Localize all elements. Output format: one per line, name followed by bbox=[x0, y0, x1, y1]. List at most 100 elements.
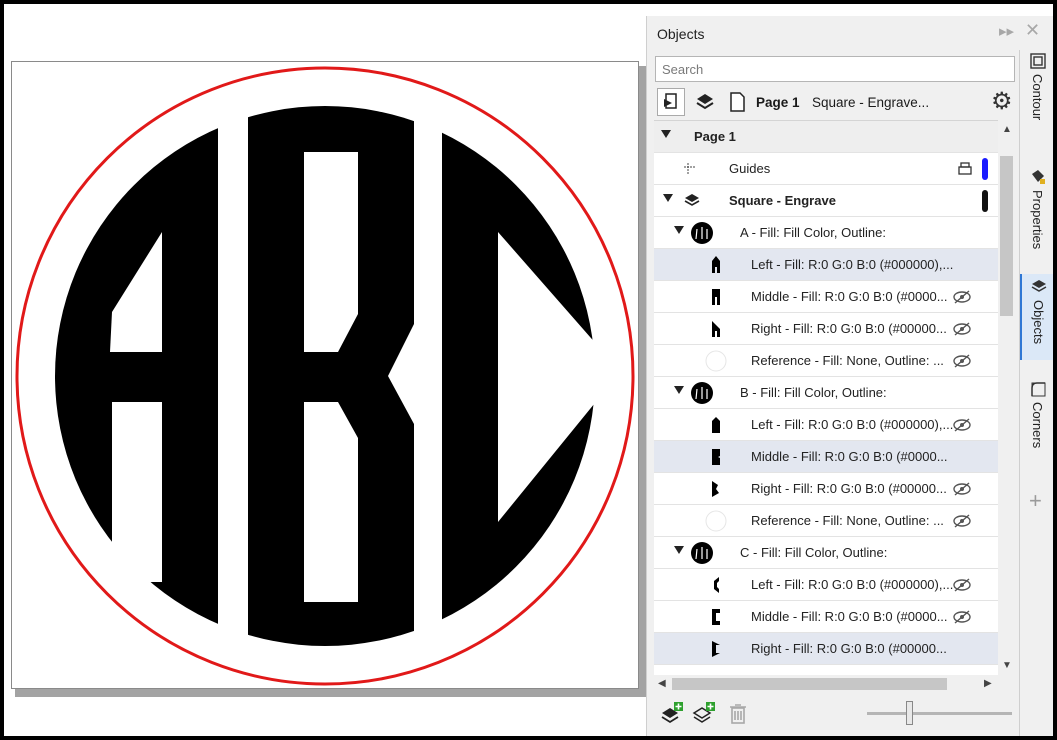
group-thumbnail-icon bbox=[691, 542, 713, 564]
docker-side-tabs: Contour Properties Objects Corners + bbox=[1019, 50, 1053, 736]
layer-label: Square - Engrave bbox=[729, 193, 836, 208]
tab-properties[interactable]: Properties bbox=[1020, 168, 1053, 249]
tree-row-object[interactable]: Right - Fill: R:0 G:0 B:0 (#00000... bbox=[654, 313, 998, 345]
eye-hidden-icon[interactable] bbox=[952, 417, 972, 433]
object-label: Left - Fill: R:0 G:0 B:0 (#000000),... bbox=[751, 257, 954, 272]
horizontal-scroll-thumb[interactable] bbox=[672, 678, 947, 690]
letter-a[interactable] bbox=[12, 62, 218, 690]
tree-row-group[interactable]: A - Fill: Fill Color, Outline: bbox=[654, 217, 998, 249]
layers-view-button[interactable] bbox=[691, 88, 719, 116]
scroll-right-icon[interactable]: ▶ bbox=[984, 678, 992, 689]
tree-row-object[interactable]: Right - Fill: R:0 G:0 B:0 (#00000... bbox=[654, 473, 998, 505]
collapse-triangle-icon[interactable] bbox=[661, 130, 671, 138]
close-icon[interactable]: ✕ bbox=[1025, 21, 1040, 39]
object-thumbnail-icon bbox=[712, 417, 720, 433]
object-thumbnail-icon bbox=[712, 449, 720, 465]
object-thumbnail-icon bbox=[712, 641, 720, 657]
object-label: Reference - Fill: None, Outline: ... bbox=[751, 513, 944, 528]
object-label: Middle - Fill: R:0 G:0 B:0 (#0000... bbox=[751, 289, 948, 304]
page-icon-button[interactable] bbox=[723, 88, 751, 116]
object-label: Right - Fill: R:0 G:0 B:0 (#00000... bbox=[751, 481, 947, 496]
page-node-label: Page 1 bbox=[694, 129, 736, 144]
guides-icon bbox=[684, 163, 696, 175]
eye-hidden-icon[interactable] bbox=[952, 353, 972, 369]
collapse-triangle-icon[interactable] bbox=[674, 386, 684, 394]
collapse-triangle-icon[interactable] bbox=[674, 546, 684, 554]
layers-icon bbox=[696, 94, 714, 110]
layer-color-swatch[interactable] bbox=[982, 190, 988, 212]
app-window: Objects ▸▸ ✕ P bbox=[4, 4, 1053, 736]
eye-hidden-icon[interactable] bbox=[952, 577, 972, 593]
objects-tree[interactable]: Page 1 Guides Square - Engrave A - Fill:… bbox=[654, 120, 998, 675]
eye-hidden-icon[interactable] bbox=[952, 289, 972, 305]
eye-hidden-icon[interactable] bbox=[952, 321, 972, 337]
printer-icon[interactable] bbox=[956, 161, 974, 177]
docker-bottom-bar bbox=[647, 696, 1019, 736]
collapse-triangle-icon[interactable] bbox=[663, 194, 673, 202]
scroll-left-icon[interactable]: ◀ bbox=[658, 678, 666, 689]
slider-handle[interactable] bbox=[906, 701, 913, 725]
eye-hidden-icon[interactable] bbox=[952, 513, 972, 529]
collapse-triangle-icon[interactable] bbox=[674, 226, 684, 234]
group-thumbnail-icon bbox=[691, 222, 713, 244]
pages-icon bbox=[664, 93, 677, 109]
eye-hidden-icon[interactable] bbox=[952, 481, 972, 497]
tree-row-object[interactable]: Middle - Fill: R:0 G:0 B:0 (#0000... bbox=[654, 441, 998, 473]
current-page-label: Page 1 bbox=[756, 95, 800, 110]
eye-hidden-icon[interactable] bbox=[952, 609, 972, 625]
tree-row-object[interactable]: Left - Fill: R:0 G:0 B:0 (#000000),... bbox=[654, 409, 998, 441]
vertical-scroll-thumb[interactable] bbox=[1000, 156, 1013, 316]
monogram-letters[interactable] bbox=[12, 62, 640, 690]
scroll-down-icon[interactable]: ▼ bbox=[1002, 660, 1012, 671]
object-thumbnail-icon bbox=[712, 321, 720, 337]
tab-contour[interactable]: Contour bbox=[1020, 52, 1053, 120]
object-thumbnail-icon bbox=[714, 577, 719, 593]
search-input[interactable] bbox=[655, 56, 1015, 82]
objects-icon bbox=[1031, 280, 1046, 292]
plus-icon[interactable]: + bbox=[1029, 488, 1042, 514]
tree-row-object[interactable]: Reference - Fill: None, Outline: ... bbox=[654, 505, 998, 537]
tree-row-object[interactable]: Middle - Fill: R:0 G:0 B:0 (#0000... bbox=[654, 281, 998, 313]
tree-row-guides[interactable]: Guides bbox=[654, 153, 998, 185]
tree-row-layer[interactable]: Square - Engrave bbox=[654, 185, 998, 217]
new-layer-icon[interactable] bbox=[659, 700, 685, 726]
tree-row-object[interactable]: Right - Fill: R:0 G:0 B:0 (#00000... bbox=[654, 633, 998, 665]
layer-icon bbox=[684, 194, 700, 206]
tree-row-page[interactable]: Page 1 bbox=[654, 121, 998, 153]
layer-color-swatch[interactable] bbox=[982, 158, 988, 180]
tree-row-object[interactable]: Left - Fill: R:0 G:0 B:0 (#000000),... bbox=[654, 569, 998, 601]
tree-row-object[interactable]: Middle - Fill: R:0 G:0 B:0 (#0000... bbox=[654, 601, 998, 633]
drawing-canvas[interactable] bbox=[4, 4, 646, 736]
object-label: Right - Fill: R:0 G:0 B:0 (#00000... bbox=[751, 321, 947, 336]
object-thumbnail-icon bbox=[712, 289, 720, 305]
monogram-artwork[interactable] bbox=[12, 62, 640, 690]
group-label: A - Fill: Fill Color, Outline: bbox=[740, 225, 886, 240]
tree-row-group[interactable]: B - Fill: Fill Color, Outline: bbox=[654, 377, 998, 409]
collapse-panel-icon[interactable]: ▸▸ bbox=[999, 24, 1014, 40]
tree-row-object[interactable]: Left - Fill: R:0 G:0 B:0 (#000000),... bbox=[654, 249, 998, 281]
gear-icon[interactable]: ⚙ bbox=[991, 90, 1013, 114]
document-page[interactable] bbox=[11, 61, 639, 689]
tab-contour-label: Contour bbox=[1030, 74, 1045, 121]
group-label: C - Fill: Fill Color, Outline: bbox=[740, 545, 888, 560]
scroll-up-icon[interactable]: ▲ bbox=[1002, 124, 1012, 135]
trash-icon[interactable] bbox=[725, 700, 751, 726]
docker-header: Objects ▸▸ ✕ bbox=[647, 16, 1053, 50]
page-icon bbox=[730, 92, 745, 112]
object-label: Left - Fill: R:0 G:0 B:0 (#000000),... bbox=[751, 417, 954, 432]
tab-corners[interactable]: Corners bbox=[1020, 380, 1053, 448]
object-label: Middle - Fill: R:0 G:0 B:0 (#0000... bbox=[751, 609, 948, 624]
objects-toolbar: Page 1 Square - Engrave... ⚙ bbox=[653, 86, 1019, 120]
page-view-button[interactable] bbox=[657, 88, 685, 116]
tree-row-partial bbox=[654, 665, 998, 675]
new-master-layer-icon[interactable] bbox=[691, 700, 717, 726]
horizontal-scrollbar[interactable]: ◀ ▶ bbox=[654, 675, 998, 693]
thumbnail-size-slider[interactable] bbox=[867, 712, 1012, 715]
tree-row-object[interactable]: Reference - Fill: None, Outline: ... bbox=[654, 345, 998, 377]
tree-row-group[interactable]: C - Fill: Fill Color, Outline: bbox=[654, 537, 998, 569]
current-layer-label: Square - Engrave... bbox=[812, 95, 930, 110]
tab-objects[interactable]: Objects bbox=[1020, 274, 1053, 360]
letter-b[interactable] bbox=[248, 62, 414, 690]
vertical-scrollbar[interactable]: ▲ ▼ bbox=[998, 120, 1015, 675]
object-thumbnail-icon bbox=[712, 256, 720, 273]
